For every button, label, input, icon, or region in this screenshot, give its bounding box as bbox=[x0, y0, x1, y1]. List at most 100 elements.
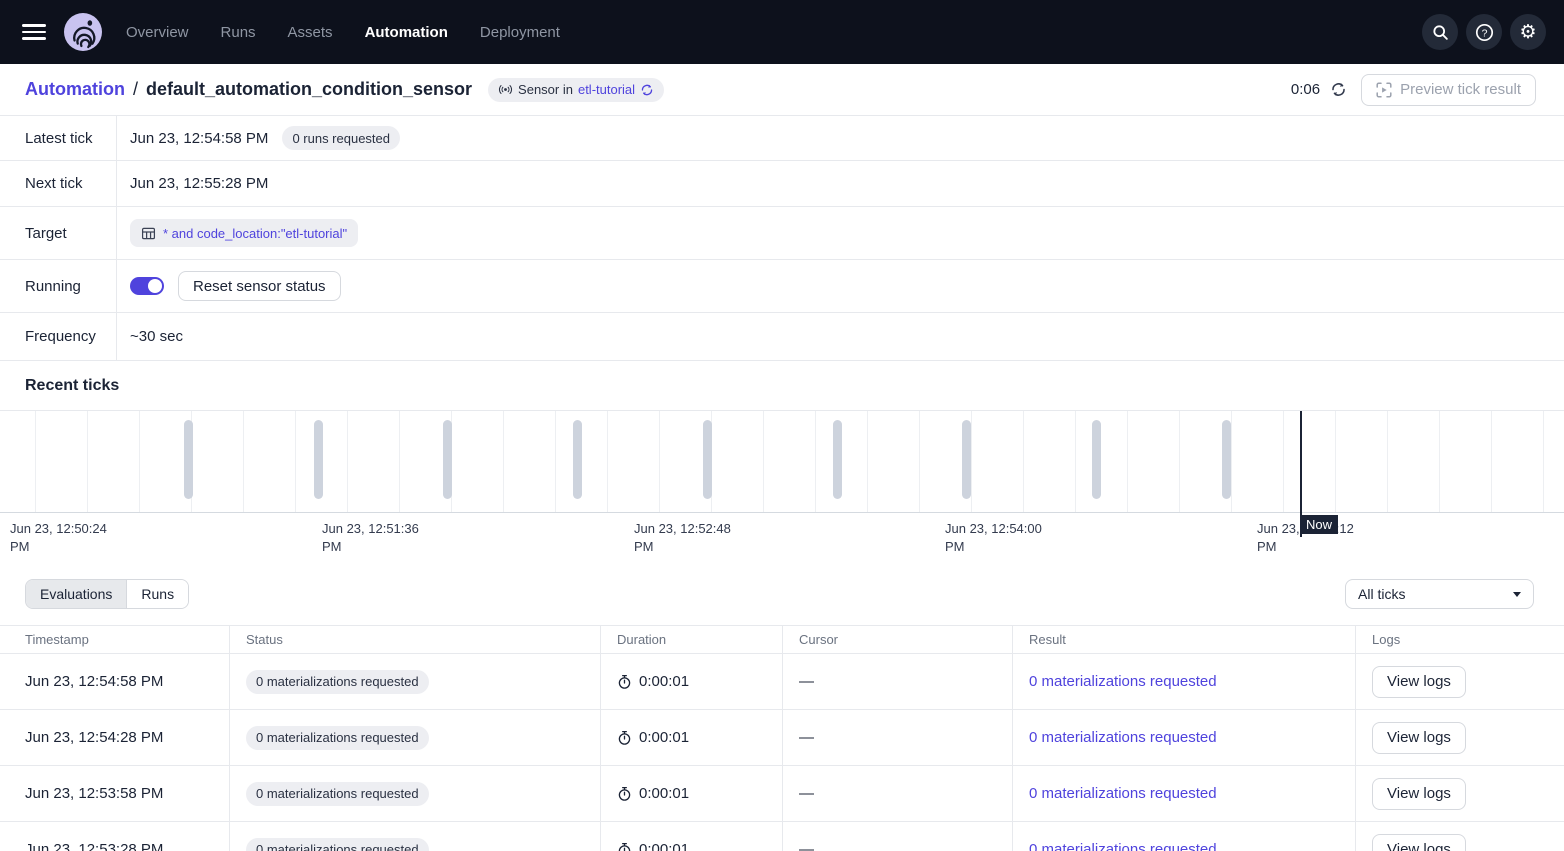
detail-row-next-tick: Next tick Jun 23, 12:55:28 PM bbox=[0, 161, 1564, 207]
col-logs: Logs bbox=[1355, 626, 1564, 653]
running-toggle[interactable] bbox=[130, 277, 164, 295]
tab-runs[interactable]: Runs bbox=[126, 580, 188, 608]
result-link[interactable]: 0 materializations requested bbox=[1029, 729, 1217, 746]
timeline-gridline bbox=[1179, 411, 1180, 512]
tab-evaluations[interactable]: Evaluations bbox=[26, 580, 126, 608]
next-tick-label: Next tick bbox=[0, 161, 117, 206]
nav-automation[interactable]: Automation bbox=[365, 24, 448, 41]
settings-button[interactable]: ⚙ bbox=[1510, 14, 1546, 50]
sensor-icon bbox=[498, 82, 513, 97]
gear-icon: ⚙ bbox=[1519, 23, 1536, 42]
next-tick-value: Jun 23, 12:55:28 PM bbox=[130, 175, 268, 192]
timeline-gridline bbox=[867, 411, 868, 512]
cell-timestamp: Jun 23, 12:54:58 PM bbox=[0, 654, 229, 709]
timeline-gridline bbox=[1127, 411, 1128, 512]
view-logs-button[interactable]: View logs bbox=[1372, 722, 1466, 754]
nav-runs[interactable]: Runs bbox=[221, 24, 256, 41]
timeline-gridline bbox=[503, 411, 504, 512]
code-location-link[interactable]: etl-tutorial bbox=[578, 82, 635, 97]
cell-duration: 0:00:01 bbox=[639, 841, 689, 851]
col-cursor: Cursor bbox=[782, 626, 1012, 653]
stopwatch-icon bbox=[617, 786, 632, 802]
help-button[interactable]: ? bbox=[1466, 14, 1502, 50]
result-link[interactable]: 0 materializations requested bbox=[1029, 841, 1217, 851]
result-link[interactable]: 0 materializations requested bbox=[1029, 785, 1217, 802]
timeline-gridline bbox=[919, 411, 920, 512]
asset-selection-chip[interactable]: * and code_location:"etl-tutorial" bbox=[130, 219, 358, 247]
timeline-gridline bbox=[763, 411, 764, 512]
tick-mark[interactable] bbox=[573, 420, 582, 499]
status-badge: 0 materializations requested bbox=[246, 838, 429, 851]
tick-mark[interactable] bbox=[443, 420, 452, 499]
detail-row-target: Target * and code_location:"etl-tutorial… bbox=[0, 207, 1564, 260]
nav-assets[interactable]: Assets bbox=[288, 24, 333, 41]
timeline-gridline bbox=[1283, 411, 1284, 512]
nav-deployment[interactable]: Deployment bbox=[480, 24, 560, 41]
tick-mark[interactable] bbox=[703, 420, 712, 499]
status-badge: 0 materializations requested bbox=[246, 782, 429, 806]
col-duration: Duration bbox=[600, 626, 782, 653]
tick-mark[interactable] bbox=[962, 420, 971, 499]
timeline-gridline bbox=[1439, 411, 1440, 512]
col-result: Result bbox=[1012, 626, 1355, 653]
ticks-panel-bar: Evaluations Runs All ticks bbox=[0, 579, 1564, 609]
col-status: Status bbox=[229, 626, 600, 653]
tick-mark[interactable] bbox=[314, 420, 323, 499]
preview-icon bbox=[1376, 82, 1392, 98]
table-row: Jun 23, 12:53:58 PM 0 materializations r… bbox=[0, 766, 1564, 822]
view-logs-button[interactable]: View logs bbox=[1372, 834, 1466, 851]
tick-mark[interactable] bbox=[1092, 420, 1101, 499]
timeline-gridline bbox=[347, 411, 348, 512]
breadcrumb-separator: / bbox=[133, 79, 138, 100]
menu-icon[interactable] bbox=[22, 20, 46, 44]
page-header: Automation / default_automation_conditio… bbox=[0, 64, 1564, 116]
tick-mark[interactable] bbox=[1222, 420, 1231, 499]
tick-filter-select[interactable]: All ticks bbox=[1345, 579, 1534, 609]
target-label: Target bbox=[0, 207, 117, 259]
latest-tick-label: Latest tick bbox=[0, 116, 117, 160]
frequency-label: Frequency bbox=[0, 313, 117, 360]
col-timestamp: Timestamp bbox=[0, 626, 229, 653]
reload-location-icon[interactable] bbox=[640, 83, 654, 97]
timeline-gridline bbox=[971, 411, 972, 512]
status-badge: 0 materializations requested bbox=[246, 670, 429, 694]
search-icon bbox=[1432, 24, 1449, 41]
timeline-axis-label: Jun 23, 12:50:24 PM bbox=[10, 520, 124, 556]
view-mode-tabs: Evaluations Runs bbox=[25, 579, 189, 609]
timeline-gridline bbox=[1023, 411, 1024, 512]
recent-ticks-timeline[interactable]: Jun 23, 12:50:24 PMJun 23, 12:51:36 PMJu… bbox=[0, 410, 1564, 555]
sensor-details: Latest tick Jun 23, 12:54:58 PM 0 runs r… bbox=[0, 116, 1564, 361]
nav-overview[interactable]: Overview bbox=[126, 24, 189, 41]
view-logs-button[interactable]: View logs bbox=[1372, 778, 1466, 810]
detail-row-running: Running Reset sensor status bbox=[0, 260, 1564, 313]
timeline-gridline bbox=[35, 411, 36, 512]
timeline-axis-label: Jun 23, 12:51:36 PM bbox=[322, 520, 436, 556]
top-nav: Overview Runs Assets Automation Deployme… bbox=[0, 0, 1564, 64]
dagster-logo-icon[interactable] bbox=[64, 13, 102, 51]
tick-mark[interactable] bbox=[833, 420, 842, 499]
breadcrumb-automation-link[interactable]: Automation bbox=[25, 79, 125, 100]
search-button[interactable] bbox=[1422, 14, 1458, 50]
cell-duration: 0:00:01 bbox=[639, 729, 689, 746]
cell-timestamp: Jun 23, 12:53:58 PM bbox=[0, 766, 229, 821]
tick-mark[interactable] bbox=[184, 420, 193, 499]
table-row: Jun 23, 12:54:58 PM 0 materializations r… bbox=[0, 654, 1564, 710]
timeline-gridline bbox=[1387, 411, 1388, 512]
evaluations-table: Timestamp Status Duration Cursor Result … bbox=[0, 625, 1564, 851]
cell-timestamp: Jun 23, 12:53:28 PM bbox=[0, 822, 229, 851]
result-link[interactable]: 0 materializations requested bbox=[1029, 673, 1217, 690]
help-icon: ? bbox=[1475, 23, 1494, 42]
page: Overview Runs Assets Automation Deployme… bbox=[0, 0, 1564, 851]
preview-tick-result-button[interactable]: Preview tick result bbox=[1361, 74, 1536, 106]
cell-cursor: — bbox=[782, 822, 1012, 851]
timeline-gridline bbox=[1231, 411, 1232, 512]
view-logs-button[interactable]: View logs bbox=[1372, 666, 1466, 698]
timeline-gridline bbox=[1335, 411, 1336, 512]
table-row: Jun 23, 12:54:28 PM 0 materializations r… bbox=[0, 710, 1564, 766]
refresh-icon bbox=[1330, 81, 1347, 98]
timeline-gridline bbox=[399, 411, 400, 512]
timeline-gridline bbox=[815, 411, 816, 512]
reset-sensor-status-button[interactable]: Reset sensor status bbox=[178, 271, 341, 301]
timeline-gridline bbox=[607, 411, 608, 512]
refresh-button[interactable] bbox=[1330, 81, 1347, 98]
